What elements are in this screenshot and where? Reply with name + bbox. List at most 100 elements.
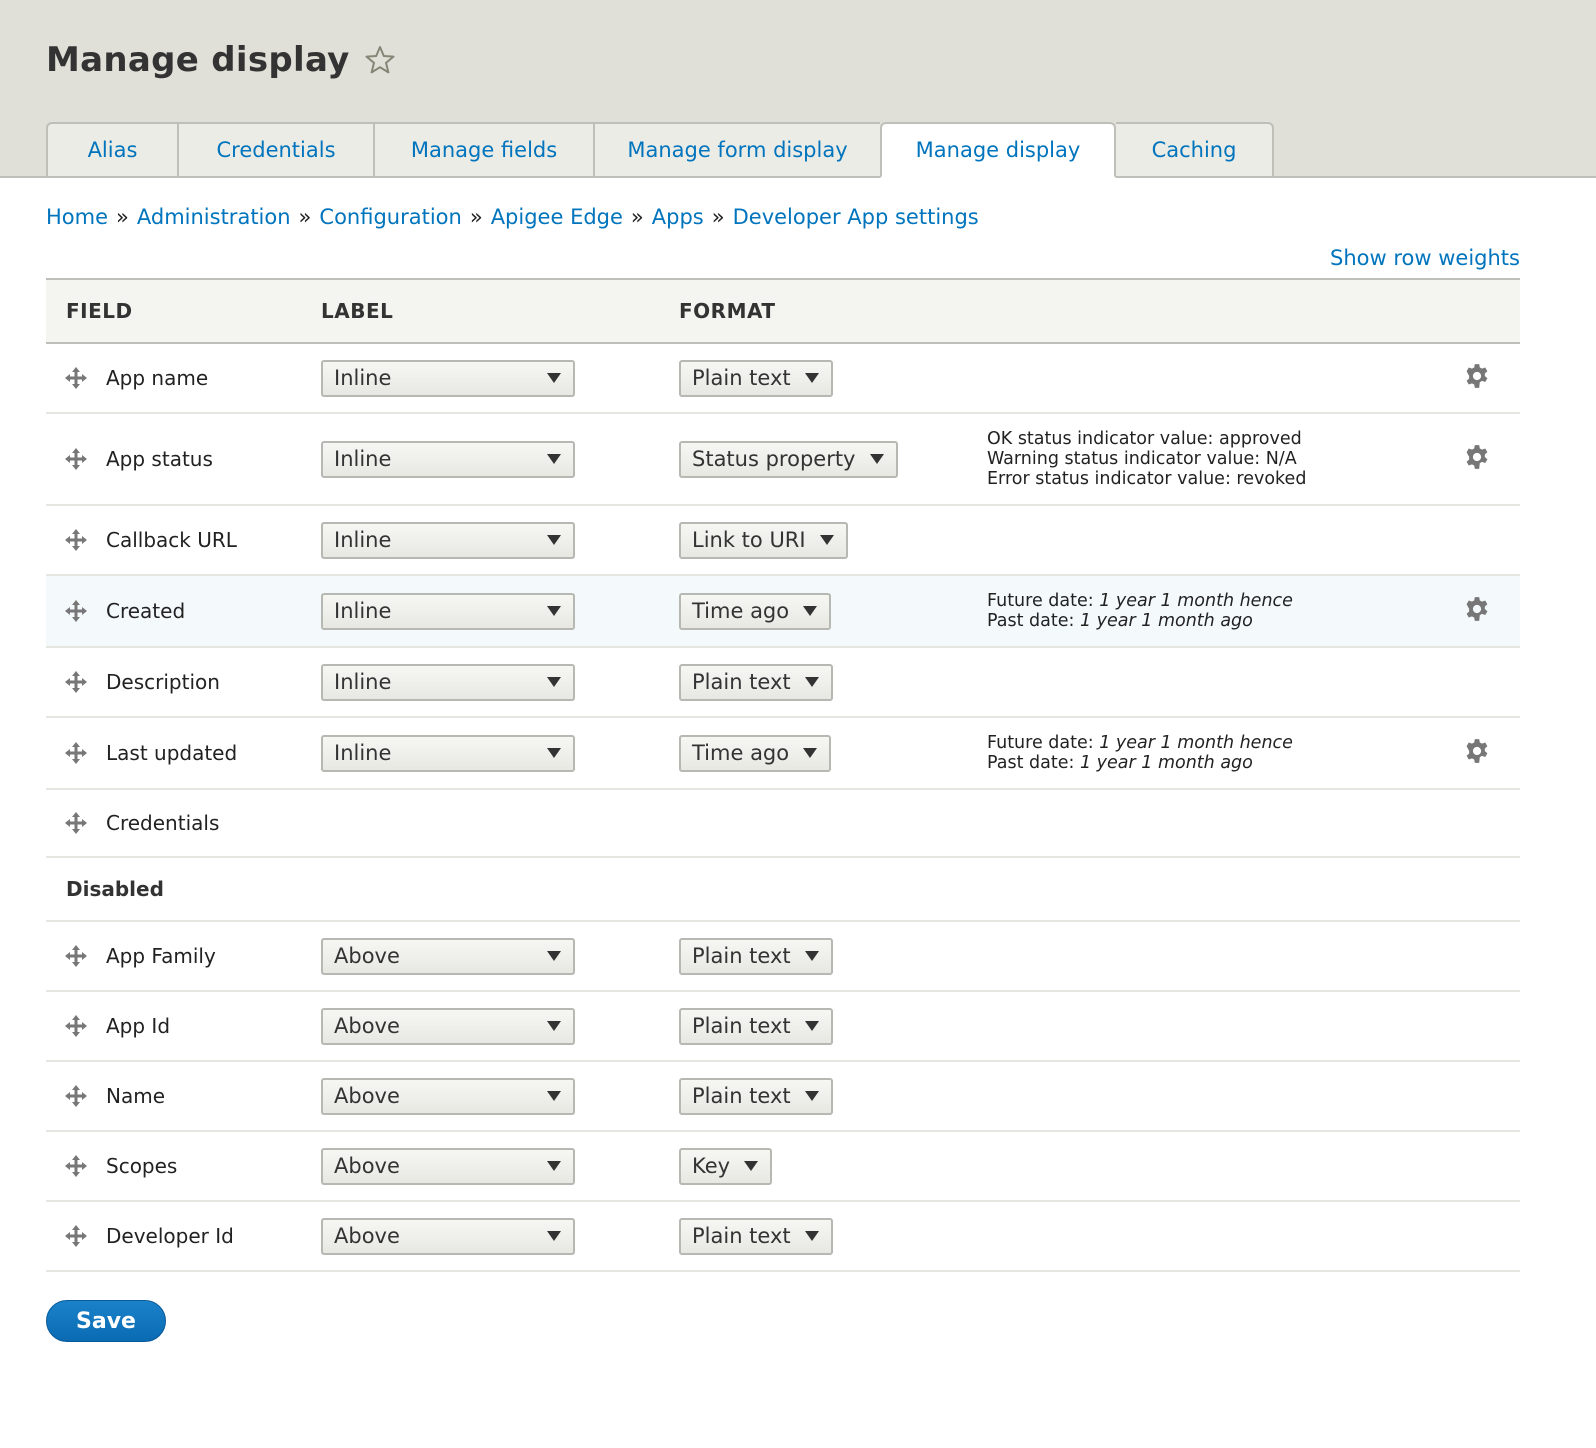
format-select[interactable]: Plain text [679, 1077, 833, 1115]
breadcrumb-home[interactable]: Home [46, 205, 108, 229]
drag-handle-icon[interactable] [64, 528, 88, 552]
label-cell [321, 789, 679, 857]
table-row: App status Inline Status property OK status… [46, 413, 1520, 505]
table-row: Name Above Plain text [46, 1061, 1520, 1131]
tab-caching[interactable]: Caching [1116, 122, 1274, 178]
field-callback-url: Callback URL [46, 528, 321, 552]
format-select-value: Plain text [692, 366, 791, 390]
field-name: App Id [106, 1014, 171, 1038]
label-select[interactable]: Above [321, 1217, 575, 1255]
tab-manage-form-display[interactable]: Manage form display [593, 122, 880, 178]
label-select[interactable]: Inline [321, 521, 575, 559]
label-select[interactable]: Inline [321, 663, 575, 701]
chevron-down-icon [819, 535, 834, 545]
breadcrumb-apps[interactable]: Apps [652, 205, 704, 229]
chevron-down-icon [547, 1231, 561, 1241]
region-title-row: Disabled [46, 857, 1520, 921]
format-select-value: Link to URI [692, 528, 806, 552]
breadcrumb-apigee-edge[interactable]: Apigee Edge [491, 205, 623, 229]
show-row-weights-link[interactable]: Show row weights [1330, 246, 1520, 270]
format-select-value: Plain text [692, 944, 791, 968]
field-developer-id: Developer Id [46, 1224, 321, 1248]
format-cell: Plain text [679, 1201, 987, 1271]
label-cell: Above [321, 1131, 679, 1201]
format-select[interactable]: Plain text [679, 1217, 833, 1255]
breadcrumb-administration[interactable]: Administration [137, 205, 291, 229]
chevron-down-icon [804, 677, 819, 687]
format-cell: Status property [679, 413, 987, 505]
format-cell: Plain text [679, 991, 987, 1061]
format-cell: Plain text [679, 1061, 987, 1131]
table-header-row: FIELD LABEL FORMAT [46, 278, 1520, 344]
tab-manage-display[interactable]: Manage display [880, 122, 1116, 178]
format-select-value: Key [692, 1154, 731, 1178]
drag-handle-icon[interactable] [64, 670, 88, 694]
label-select[interactable]: Inline [321, 592, 575, 630]
tab-manage-fields[interactable]: Manage fields [373, 122, 593, 178]
format-select-value: Plain text [692, 1224, 791, 1248]
tab-alias[interactable]: Alias [46, 122, 177, 178]
summary-future-value: 1 year 1 month hence [1099, 591, 1293, 611]
format-select[interactable]: Time ago [679, 592, 832, 630]
label-select[interactable]: Above [321, 1007, 575, 1045]
drag-handle-icon[interactable] [64, 447, 88, 471]
format-select[interactable]: Plain text [679, 1007, 833, 1045]
chevron-down-icon [547, 677, 561, 687]
column-header-settings [1440, 278, 1520, 344]
settings-cell [1440, 789, 1520, 857]
field-cell: Developer Id [46, 1201, 321, 1271]
label-select-value: Inline [334, 528, 392, 552]
gear-icon[interactable] [1464, 596, 1490, 622]
settings-cell [1440, 343, 1520, 413]
breadcrumb-separator: » [116, 205, 129, 229]
field-name: Scopes [106, 1154, 178, 1178]
tab-credentials[interactable]: Credentials [177, 122, 373, 178]
gear-icon[interactable] [1464, 363, 1490, 389]
summary-cell [987, 1131, 1440, 1201]
format-select[interactable]: Status property [679, 440, 898, 478]
format-select[interactable]: Plain text [679, 663, 833, 701]
drag-handle-icon[interactable] [64, 1084, 88, 1108]
format-select[interactable]: Key [679, 1147, 773, 1185]
field-cell: Last updated [46, 717, 321, 789]
field-scopes: Scopes [46, 1154, 321, 1178]
format-select[interactable]: Plain text [679, 359, 833, 397]
summary-cell [987, 505, 1440, 575]
breadcrumb-configuration[interactable]: Configuration [319, 205, 461, 229]
column-header-field: FIELD [46, 278, 321, 344]
gear-icon[interactable] [1464, 738, 1490, 764]
chevron-down-icon [804, 1091, 819, 1101]
field-display-table: FIELD LABEL FORMAT App name Inline Plain t… [46, 278, 1520, 1272]
label-select[interactable]: Inline [321, 359, 575, 397]
drag-handle-icon[interactable] [64, 599, 88, 623]
formatter-summary: Future date: 1 year 1 month hence Past da… [987, 591, 1440, 631]
label-select[interactable]: Above [321, 937, 575, 975]
save-button[interactable]: Save [46, 1300, 166, 1342]
field-credentials: Credentials [46, 811, 321, 835]
field-app-name: App name [46, 366, 321, 390]
gear-icon[interactable] [1464, 444, 1490, 470]
label-select-value: Inline [334, 670, 392, 694]
drag-handle-icon[interactable] [64, 1154, 88, 1178]
breadcrumb-developer-app-settings[interactable]: Developer App settings [733, 205, 979, 229]
drag-handle-icon[interactable] [64, 944, 88, 968]
field-name: Last updated [106, 741, 238, 765]
format-select[interactable]: Link to URI [679, 521, 848, 559]
label-select[interactable]: Above [321, 1147, 575, 1185]
label-select[interactable]: Inline [321, 734, 575, 772]
label-select[interactable]: Above [321, 1077, 575, 1115]
drag-handle-icon[interactable] [64, 741, 88, 765]
table-row: Callback URL Inline Link to URI [46, 505, 1520, 575]
field-cell: Scopes [46, 1131, 321, 1201]
label-select[interactable]: Inline [321, 440, 575, 478]
drag-handle-icon[interactable] [64, 1224, 88, 1248]
drag-handle-icon[interactable] [64, 811, 88, 835]
format-select[interactable]: Plain text [679, 937, 833, 975]
drag-handle-icon[interactable] [64, 1014, 88, 1038]
field-cell: App name [46, 343, 321, 413]
format-select[interactable]: Time ago [679, 734, 832, 772]
label-select-value: Above [334, 1154, 400, 1178]
field-cell: App Id [46, 991, 321, 1061]
drag-handle-icon[interactable] [64, 366, 88, 390]
star-outline-icon[interactable] [364, 44, 396, 76]
